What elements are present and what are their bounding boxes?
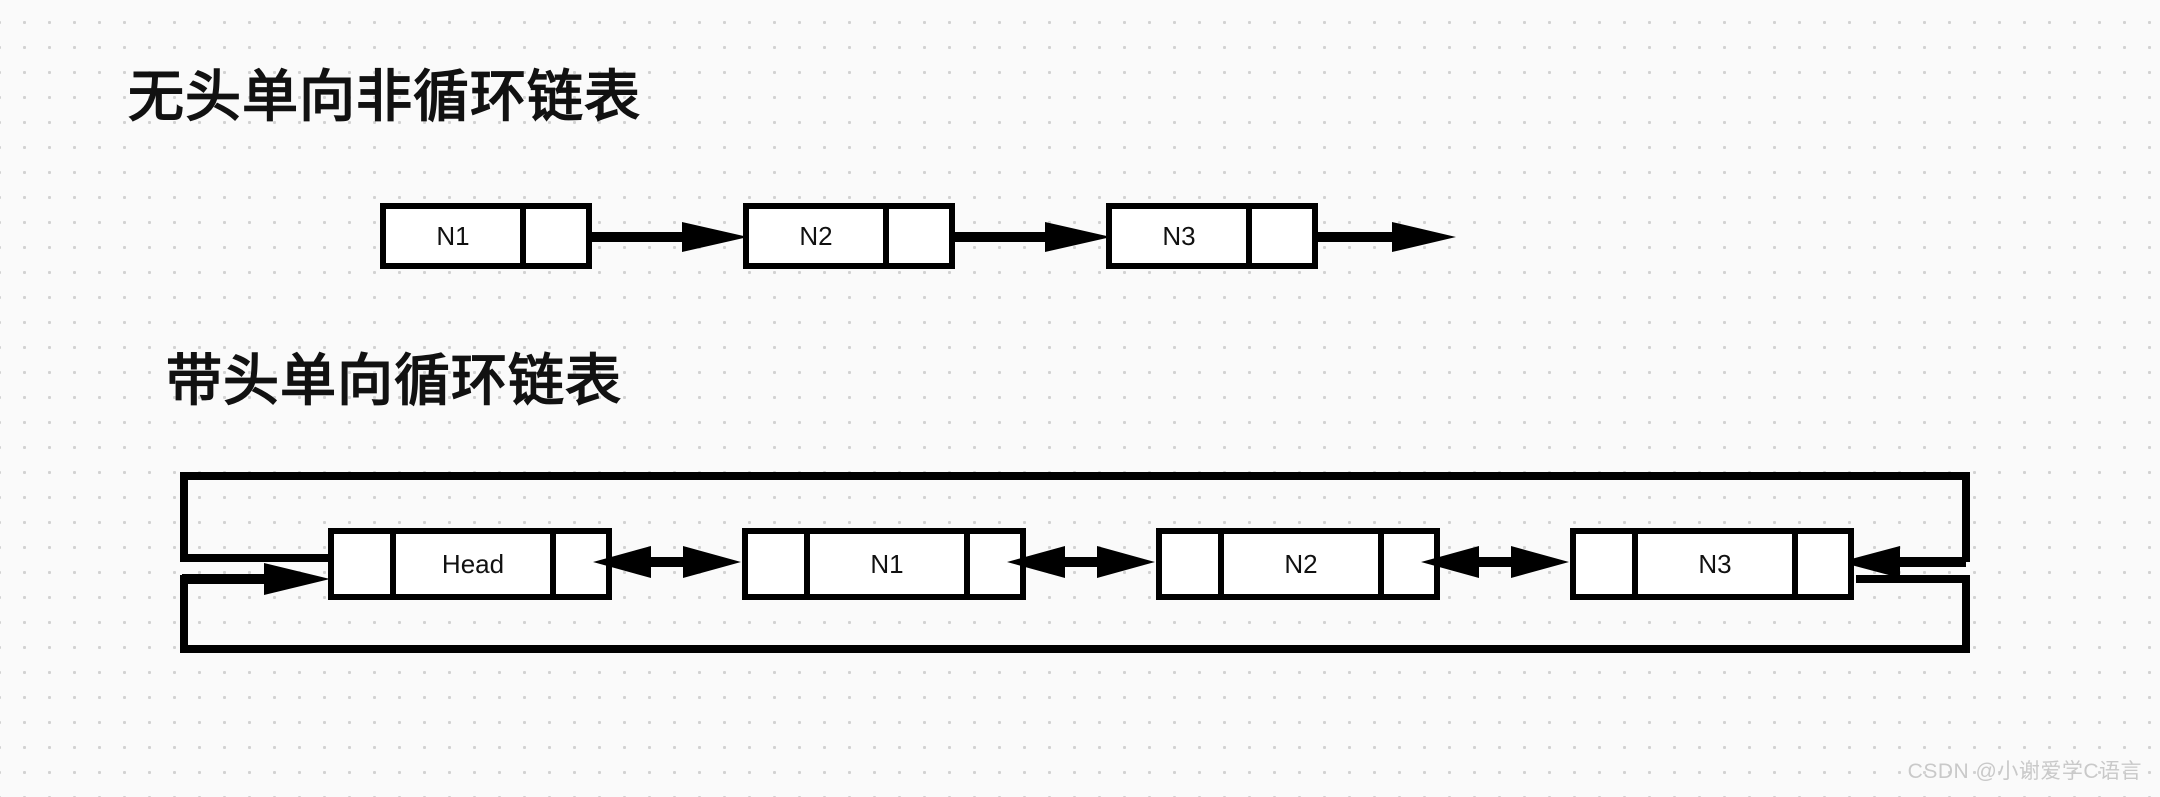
loop-bottom-edge [180,645,1970,653]
node-data-cell: N2 [1218,534,1378,594]
loop-right-lower-edge [1962,575,1970,653]
node-n3-circular: N3 [1570,528,1854,600]
loop-top-edge [180,472,1970,480]
diagram2-title: 带头单向循环链表 [166,349,622,412]
arrow-right-icon [953,222,1111,252]
loop-left-upper-edge [180,472,188,562]
arrow-right-icon [590,222,748,252]
loop-return-arrow-icon [1840,546,1966,578]
node-prev-cell [748,534,804,594]
node-pointer-cell [1246,209,1312,263]
node-next-cell [1792,534,1848,594]
node-data-cell: N2 [749,209,883,263]
arrow-right-null-icon [1316,222,1456,252]
node-data-cell: Head [390,534,550,594]
diagram-canvas: 无头单向非循环链表 N1 N2 N3 带头单向循环链表 Head N1 N2 N… [0,0,2160,797]
node-head-circular: Head [328,528,612,600]
node-data-cell: N1 [804,534,964,594]
arrow-bidirectional-icon [593,546,741,578]
arrow-bidirectional-icon [1007,546,1155,578]
node-pointer-cell [883,209,949,263]
node-n1-singly: N1 [380,203,592,269]
node-pointer-cell [520,209,586,263]
watermark: CSDN @小谢爱学C语言 [1907,760,2142,783]
arrow-bidirectional-icon [1421,546,1569,578]
loop-left-stub [180,554,328,562]
node-n2-circular: N2 [1156,528,1440,600]
node-data-cell: N3 [1632,534,1792,594]
node-n1-circular: N1 [742,528,1026,600]
node-n2-singly: N2 [743,203,955,269]
node-prev-cell [334,534,390,594]
node-data-cell: N3 [1112,209,1246,263]
diagram1-title: 无头单向非循环链表 [128,65,641,128]
loop-entry-arrow-icon [182,563,330,595]
node-prev-cell [1576,534,1632,594]
node-prev-cell [1162,534,1218,594]
node-n3-singly: N3 [1106,203,1318,269]
node-data-cell: N1 [386,209,520,263]
